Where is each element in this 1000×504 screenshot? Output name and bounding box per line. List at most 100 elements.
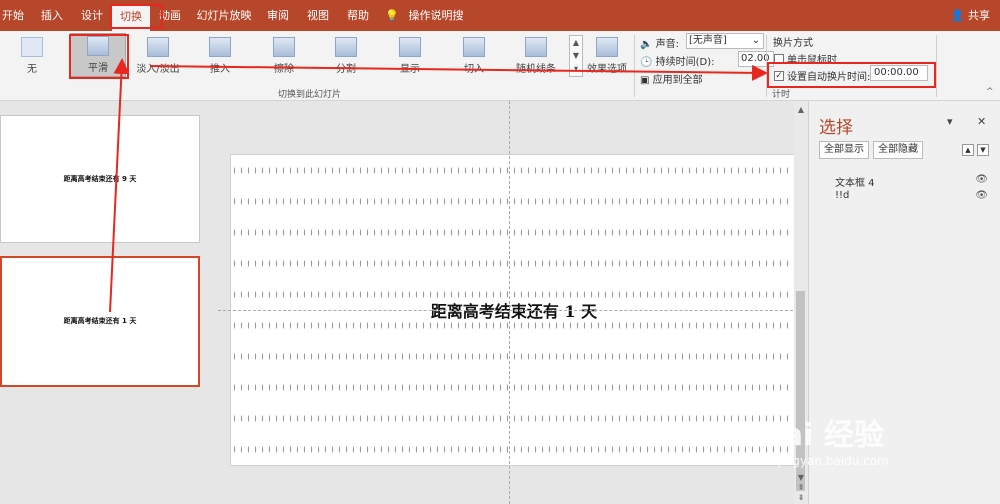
duration-label: 持续时间(D): — [655, 57, 715, 68]
apply-to-all-button[interactable]: ▣ 应用到全部 — [640, 71, 703, 86]
cut-transition-icon — [463, 37, 485, 57]
transition-morph[interactable]: 平滑 — [70, 33, 126, 77]
selection-item[interactable]: 文本框 4 — [835, 174, 875, 189]
transition-cut[interactable]: 切入 — [446, 35, 502, 75]
transition-push[interactable]: 推入 — [192, 35, 248, 75]
chevron-down-icon: ⌄ — [751, 35, 760, 46]
apply-all-label: 应用到全部 — [652, 75, 703, 86]
tell-me-search[interactable]: 操作说明搜索 — [404, 0, 468, 53]
send-backward-icon[interactable]: ▼ — [977, 144, 989, 156]
sound-label: 声音: — [655, 39, 680, 50]
transition-label: 无 — [27, 64, 37, 75]
slide-thumbnail-selected[interactable]: 距离高考结束还有 1 天 — [0, 256, 200, 387]
advance-slide-title: 换片方式 — [773, 38, 813, 49]
menu-bar: 开始 插入 设计 切换 动画 幻灯片放映 审阅 视图 帮助 💡 操作说明搜索 👤… — [0, 0, 1000, 53]
duration-input[interactable]: 02.00 — [738, 51, 774, 67]
transition-label: 随机线条 — [516, 64, 556, 75]
ribbon-divider — [766, 35, 767, 97]
effect-options-label: 效果选项 — [587, 64, 627, 75]
collapse-ribbon-icon[interactable]: ^ — [986, 87, 994, 97]
selection-item[interactable]: !!d — [835, 190, 849, 201]
tab-home[interactable]: 开始 — [0, 0, 26, 31]
morph-transition-icon — [87, 36, 109, 56]
none-transition-icon — [21, 37, 43, 57]
after-time-option[interactable]: ✓ 设置自动换片时间: — [774, 68, 870, 83]
clock-icon: 🕒 — [640, 57, 653, 68]
scroll-up-icon[interactable]: ▲ — [794, 105, 808, 114]
chevron-down-icon[interactable]: ▼ — [570, 49, 582, 62]
transition-label: 推入 — [210, 64, 230, 75]
pane-title: 选择 — [819, 118, 853, 138]
after-time-label: 设置自动换片时间: — [787, 72, 871, 83]
transition-random-bars[interactable]: 随机线条 — [508, 35, 564, 75]
chevron-up-icon[interactable]: ▲ — [570, 36, 582, 49]
transition-label: 切入 — [464, 64, 484, 75]
transition-wipe[interactable]: 擦除 — [256, 35, 312, 75]
share-label: 共享 — [968, 9, 990, 22]
watermark-main: Bai 经验 — [760, 418, 884, 453]
tab-animations[interactable]: 动画 — [156, 0, 184, 31]
group-label-transition: 切换到此幻灯片 — [278, 90, 342, 100]
random-bars-transition-icon — [525, 37, 547, 57]
tab-help[interactable]: 帮助 — [344, 0, 372, 31]
transition-none[interactable]: 无 — [4, 35, 60, 75]
tab-review[interactable]: 审阅 — [264, 0, 292, 31]
transition-label: 分割 — [336, 64, 356, 75]
transition-reveal[interactable]: 显示 — [382, 35, 438, 75]
tab-transitions[interactable]: 切换 — [112, 6, 150, 31]
tab-design[interactable]: 设计 — [78, 0, 106, 31]
group-label-timing: 计时 — [772, 90, 791, 100]
transition-split[interactable]: 分割 — [318, 35, 374, 75]
gallery-scroll[interactable]: ▲ ▼ ▾ — [569, 35, 583, 77]
after-time-checkbox[interactable]: ✓ — [774, 70, 784, 81]
tab-slideshow[interactable]: 幻灯片放映 — [196, 0, 252, 31]
split-transition-icon — [335, 37, 357, 57]
close-icon[interactable]: ✕ — [977, 115, 986, 128]
ribbon-divider — [936, 35, 937, 97]
on-click-label: 单击鼠标时 — [787, 55, 837, 66]
transition-fade[interactable]: 淡入/淡出 — [130, 35, 186, 75]
baidu-watermark-logo: Bai 经验 jingyan.baidu.com — [760, 410, 889, 468]
ribbon: 无 平滑 淡入/淡出 推入 擦除 分割 显示 切入 随机线条 ▲ ▼ ▾ 效果选项 … — [0, 31, 1000, 101]
slide-thumbnail[interactable]: 距离高考结束还有 9 天 — [0, 115, 200, 243]
wipe-transition-icon — [273, 37, 295, 57]
hide-all-button[interactable]: 全部隐藏 — [873, 141, 923, 159]
eye-icon[interactable]: 👁 — [975, 174, 988, 185]
watermark-url: jingyan.baidu.com — [778, 454, 889, 468]
person-icon: 👤 — [950, 9, 968, 22]
ribbon-divider — [634, 35, 635, 97]
share-button[interactable]: 👤 共享 — [951, 0, 990, 31]
sound-row: 🔈 声音: — [640, 35, 679, 50]
transition-label: 淡入/淡出 — [136, 64, 180, 75]
bring-forward-icon[interactable]: ▲ — [962, 144, 974, 156]
show-all-button[interactable]: 全部显示 — [819, 141, 869, 159]
transition-label: 平滑 — [88, 63, 108, 74]
slide-thumbnails-panel: 距离高考结束还有 9 天 距离高考结束还有 1 天 — [0, 101, 218, 504]
sound-dropdown[interactable]: [无声音] ⌄ — [686, 33, 764, 49]
effect-options-button[interactable]: 效果选项 — [584, 35, 630, 75]
gallery-more-icon[interactable]: ▾ — [570, 62, 582, 75]
transition-label: 显示 — [400, 64, 420, 75]
vertical-guide — [509, 101, 510, 504]
sound-value: [无声音] — [689, 35, 727, 46]
scroll-down-icon[interactable]: ▼ — [794, 473, 808, 482]
pane-options-icon[interactable]: ▾ — [947, 115, 953, 128]
fade-transition-icon — [147, 37, 169, 57]
apply-all-icon: ▣ — [640, 75, 653, 86]
transition-label: 擦除 — [274, 64, 294, 75]
reveal-transition-icon — [399, 37, 421, 57]
duration-row: 🕒 持续时间(D): — [640, 53, 715, 68]
previous-slide-icon[interactable]: ⇞ — [794, 483, 808, 492]
slide-editor: 距离高考结束还有 1 天 — [218, 101, 808, 504]
tab-insert[interactable]: 插入 — [38, 0, 66, 31]
lightbulb-icon: 💡 — [385, 9, 399, 22]
on-click-checkbox[interactable] — [774, 53, 784, 64]
push-transition-icon — [209, 37, 231, 57]
speaker-icon: 🔈 — [640, 39, 653, 50]
horizontal-guide — [218, 310, 808, 311]
after-time-input[interactable]: 00:00.00 — [870, 65, 928, 81]
next-slide-icon[interactable]: ⇟ — [794, 493, 808, 502]
tab-view[interactable]: 视图 — [304, 0, 332, 31]
eye-icon[interactable]: 👁 — [975, 190, 988, 201]
on-click-option[interactable]: 单击鼠标时 — [774, 51, 837, 66]
